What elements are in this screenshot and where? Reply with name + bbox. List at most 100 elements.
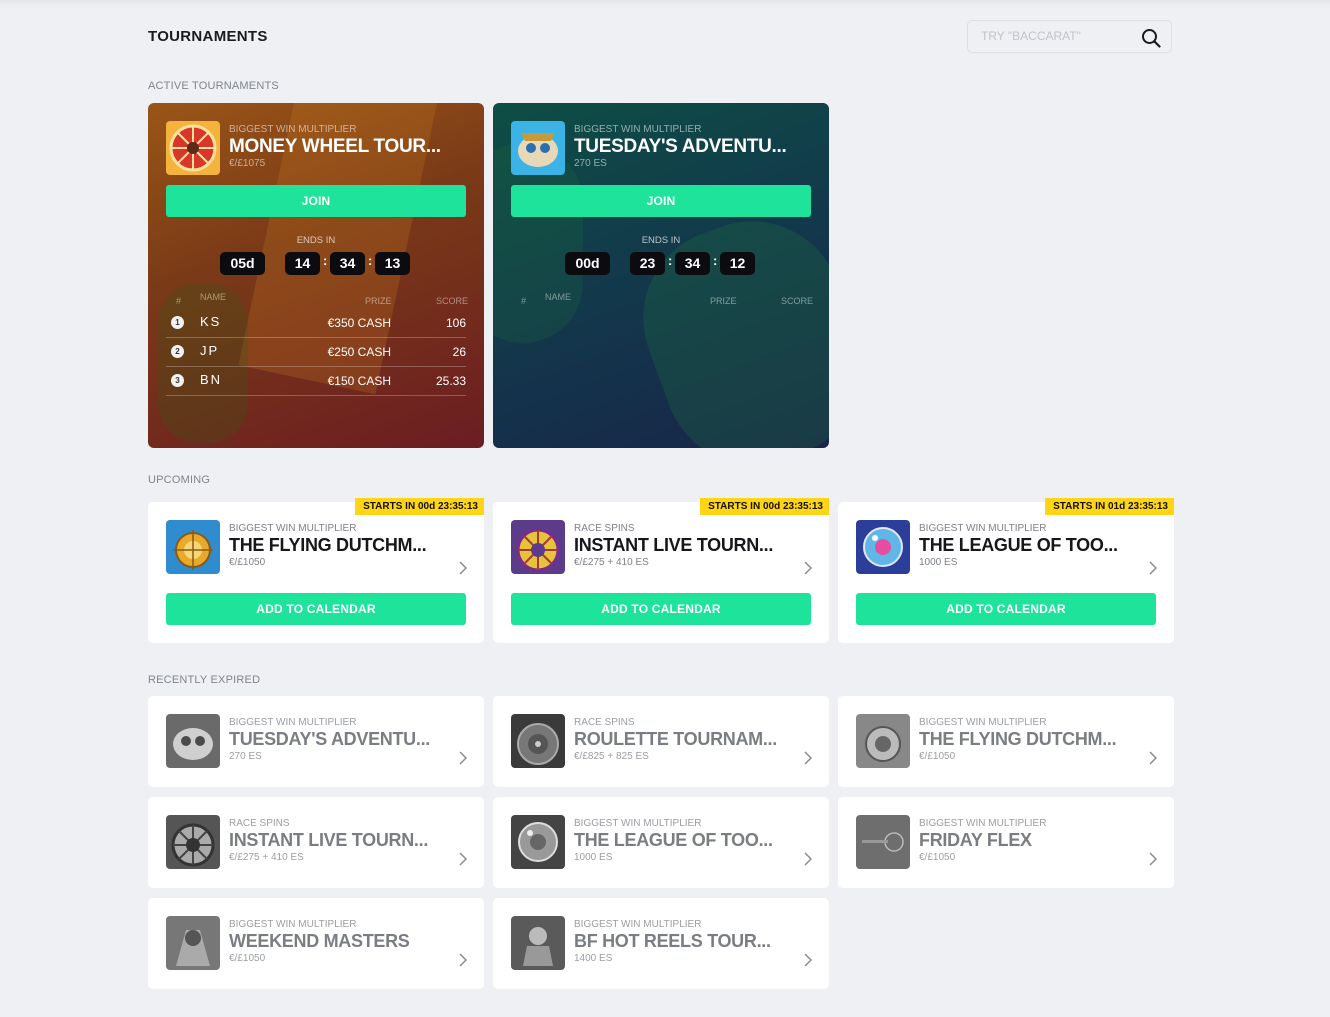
- player-prize: €350 CASH: [327, 316, 391, 330]
- search-icon[interactable]: [1141, 28, 1161, 48]
- tournament-prize: 1000 ES: [574, 852, 613, 863]
- player-name: KS: [200, 314, 222, 329]
- rank-badge: 3: [171, 374, 184, 387]
- tournament-prize: 1400 ES: [574, 953, 613, 964]
- tournament-prize: €/£825 + 825 ES: [574, 751, 649, 762]
- chevron-right-icon[interactable]: [1148, 852, 1158, 866]
- tournament-name: WEEKEND MASTERS: [229, 931, 410, 951]
- tournament-type: BIGGEST WIN MULTIPLIER: [574, 818, 702, 829]
- tournament-name: INSTANT LIVE TOURN...: [574, 535, 774, 555]
- chevron-right-icon[interactable]: [1148, 561, 1158, 575]
- tournament-prize: €/£275 + 410 ES: [574, 557, 649, 568]
- tournament-name: FRIDAY FLEX: [919, 830, 1032, 850]
- expired-tournament-card[interactable]: RACE SPINS INSTANT LIVE TOURN... €/£275 …: [148, 797, 484, 888]
- expired-tournament-card[interactable]: BIGGEST WIN MULTIPLIER FRIDAY FLEX €/£10…: [838, 797, 1174, 888]
- chevron-right-icon[interactable]: [1148, 751, 1158, 765]
- expired-tournament-card[interactable]: BIGGEST WIN MULTIPLIER WEEKEND MASTERS €…: [148, 898, 484, 989]
- leaderboard-header-prize: PRIZE: [365, 296, 392, 306]
- section-label-active: ACTIVE TOURNAMENTS: [148, 80, 279, 92]
- background-decoration: [617, 196, 829, 448]
- game-thumbnail: [166, 520, 220, 574]
- tournament-prize: 270 ES: [574, 158, 607, 169]
- chevron-right-icon[interactable]: [803, 953, 813, 967]
- chevron-right-icon[interactable]: [458, 852, 468, 866]
- search-input[interactable]: [981, 29, 1131, 43]
- tournament-type: RACE SPINS: [574, 717, 635, 728]
- tournament-name: TUESDAY'S ADVENTU...: [229, 729, 430, 749]
- tournament-type: BIGGEST WIN MULTIPLIER: [229, 523, 357, 534]
- game-thumbnail: [511, 714, 565, 768]
- add-to-calendar-button[interactable]: ADD TO CALENDAR: [166, 593, 466, 625]
- game-thumbnail: [511, 121, 565, 175]
- leaderboard-header-rank: #: [521, 296, 527, 306]
- game-thumbnail: [166, 916, 220, 970]
- tournament-prize: €/£1050: [919, 751, 956, 762]
- timer-seconds: 12: [720, 252, 755, 275]
- timer-hours: 23: [630, 252, 665, 275]
- leaderboard-header-name: NAME: [545, 292, 572, 302]
- player-score: 106: [445, 316, 466, 330]
- tournament-type: BIGGEST WIN MULTIPLIER: [919, 818, 1047, 829]
- chevron-right-icon[interactable]: [803, 561, 813, 575]
- tournament-name: ROULETTE TOURNAM...: [574, 729, 777, 749]
- player-score: 26: [452, 345, 466, 359]
- chevron-right-icon[interactable]: [458, 751, 468, 765]
- active-tournament-card[interactable]: BIGGEST WIN MULTIPLIER MONEY WHEEL TOUR.…: [148, 103, 484, 448]
- tournament-type: BIGGEST WIN MULTIPLIER: [229, 124, 357, 135]
- tournament-type: RACE SPINS: [229, 818, 290, 829]
- tournament-prize: €/£1050: [919, 852, 956, 863]
- tournament-name: THE LEAGUE OF TOO...: [919, 535, 1118, 555]
- upcoming-tournament-card[interactable]: STARTS IN 00d 23:35:13 BIGGEST WIN MULTI…: [148, 498, 484, 643]
- timer-separator: :: [668, 253, 673, 268]
- tournament-prize: €/£1075: [229, 158, 266, 169]
- tournament-type: RACE SPINS: [574, 523, 635, 534]
- leaderboard-header-name: NAME: [200, 292, 227, 302]
- timer-hours: 14: [285, 252, 320, 275]
- player-score: 25.33: [435, 374, 466, 388]
- timer-days: 00d: [565, 252, 610, 275]
- game-thumbnail: [511, 815, 565, 869]
- timer-separator: :: [713, 253, 718, 268]
- expired-tournament-card[interactable]: BIGGEST WIN MULTIPLIER TUESDAY'S ADVENTU…: [148, 696, 484, 787]
- tournament-type: BIGGEST WIN MULTIPLIER: [919, 523, 1047, 534]
- search-box[interactable]: [967, 20, 1172, 53]
- expired-tournament-card[interactable]: BIGGEST WIN MULTIPLIER THE FLYING DUTCHM…: [838, 696, 1174, 787]
- expired-tournament-card[interactable]: RACE SPINS ROULETTE TOURNAM... €/£825 + …: [493, 696, 829, 787]
- tournament-name: INSTANT LIVE TOURN...: [229, 830, 429, 850]
- chevron-right-icon[interactable]: [803, 852, 813, 866]
- starts-in-badge: STARTS IN 01d 23:35:13: [1045, 498, 1174, 515]
- game-thumbnail: [511, 520, 565, 574]
- timer-minutes: 34: [675, 252, 710, 275]
- leaderboard-header-rank: #: [176, 296, 182, 306]
- active-tournament-card[interactable]: BIGGEST WIN MULTIPLIER TUESDAY'S ADVENTU…: [493, 103, 829, 448]
- join-button[interactable]: JOIN: [511, 185, 811, 217]
- chevron-right-icon[interactable]: [458, 561, 468, 575]
- rank-badge: 2: [171, 345, 184, 358]
- tournament-prize: €/£1050: [229, 953, 266, 964]
- tournament-prize: 270 ES: [229, 751, 262, 762]
- tournament-name: THE FLYING DUTCHM...: [229, 535, 427, 555]
- ends-in-label: ENDS IN: [641, 235, 681, 246]
- tournament-name: THE FLYING DUTCHM...: [919, 729, 1117, 749]
- chevron-right-icon[interactable]: [458, 953, 468, 967]
- player-prize: €250 CASH: [327, 345, 391, 359]
- upcoming-tournament-card[interactable]: STARTS IN 00d 23:35:13 RACE SPINS INSTAN…: [493, 498, 829, 643]
- leaderboard-header-score: SCORE: [781, 296, 814, 306]
- add-to-calendar-button[interactable]: ADD TO CALENDAR: [511, 593, 811, 625]
- tournament-name: THE LEAGUE OF TOO...: [574, 830, 773, 850]
- tournament-prize: 1000 ES: [919, 557, 958, 568]
- join-button[interactable]: JOIN: [166, 185, 466, 217]
- chevron-right-icon[interactable]: [803, 751, 813, 765]
- tournament-prize: €/£275 + 410 ES: [229, 852, 304, 863]
- add-to-calendar-button[interactable]: ADD TO CALENDAR: [856, 593, 1156, 625]
- rank-badge: 1: [171, 316, 184, 329]
- timer-minutes: 34: [330, 252, 365, 275]
- upcoming-tournament-card[interactable]: STARTS IN 01d 23:35:13 BIGGEST WIN MULTI…: [838, 498, 1174, 643]
- player-name: BN: [200, 372, 223, 387]
- leaderboard-header-score: SCORE: [436, 296, 469, 306]
- tournament-type: BIGGEST WIN MULTIPLIER: [229, 919, 357, 930]
- expired-tournament-card[interactable]: BIGGEST WIN MULTIPLIER BF HOT REELS TOUR…: [493, 898, 829, 989]
- game-thumbnail: [856, 815, 910, 869]
- expired-tournament-card[interactable]: BIGGEST WIN MULTIPLIER THE LEAGUE OF TOO…: [493, 797, 829, 888]
- leaderboard-row: 3 BN €150 CASH 25.33: [166, 366, 466, 396]
